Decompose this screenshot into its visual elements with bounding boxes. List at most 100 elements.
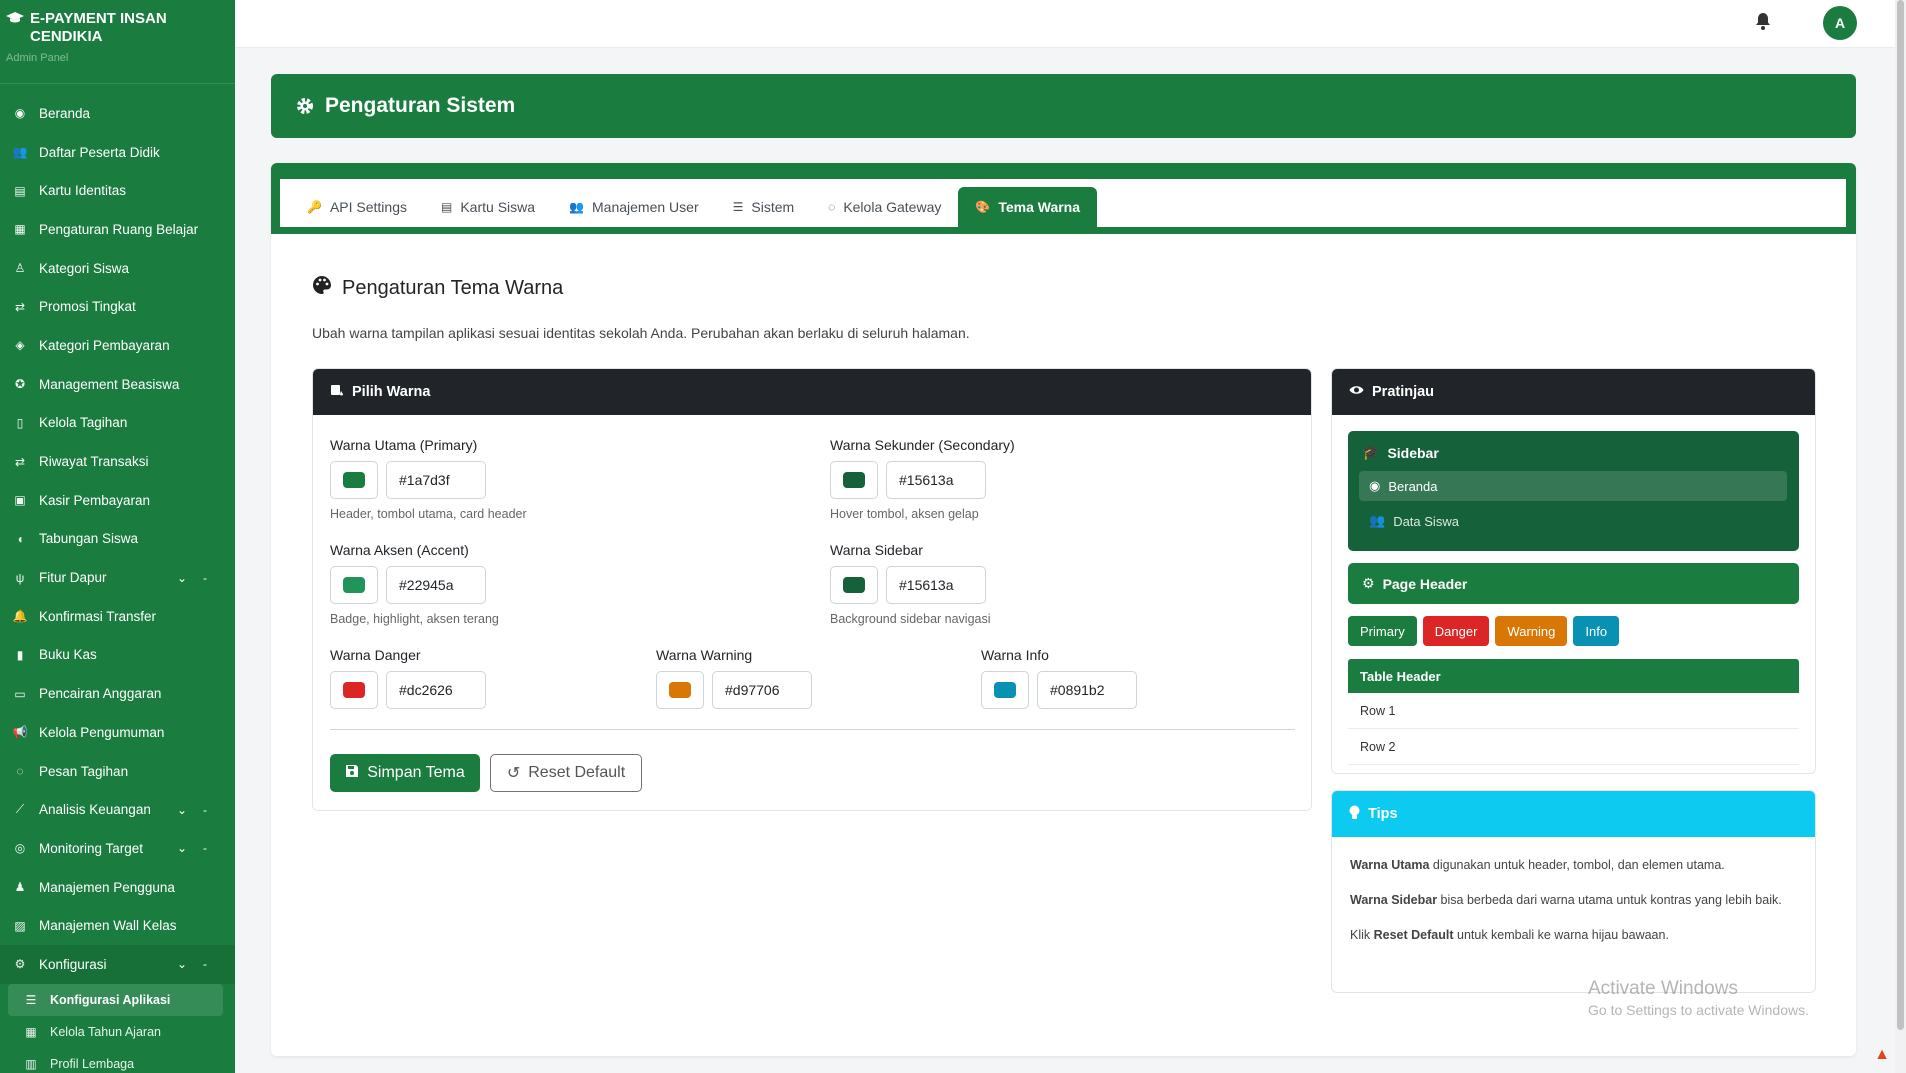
gear-icon (295, 96, 315, 116)
preview-table-header: Table Header (1348, 659, 1799, 693)
sidebar-item-label: Pesan Tagihan (39, 763, 129, 779)
sidebar-item-kategori-pembayaran[interactable]: ◈ Kategori Pembayaran (0, 326, 235, 365)
whatsapp-icon: ◌ (16, 764, 24, 779)
sidebar-subitem-konfigurasi-aplikasi[interactable]: ☰ Konfigurasi Aplikasi (8, 983, 223, 1016)
wallet-icon: ▭ (14, 686, 26, 701)
sidebar-hex-input[interactable]: #15613a (886, 566, 986, 604)
tag-icon: ◈ (15, 338, 25, 353)
tab-manajemen-user[interactable]: 👥 Manajemen User (552, 187, 716, 227)
color-picker-header: Pilih Warna (313, 369, 1311, 415)
avatar[interactable]: A (1823, 6, 1857, 40)
sidebar-item-label: Kategori Siswa (39, 260, 130, 276)
sidebar-subitem-tahun-ajaran[interactable]: ▦ Kelola Tahun Ajaran (0, 1016, 235, 1048)
secondary-color-picker[interactable] (830, 461, 878, 499)
tip-text: digunakan untuk header, tombol, dan elem… (1429, 858, 1725, 872)
color-swatch (994, 682, 1016, 698)
sidebar-item-label: Daftar Peserta Didik (39, 144, 160, 160)
accent-color-picker[interactable] (330, 566, 378, 604)
bell-icon[interactable] (1753, 11, 1773, 31)
vertical-scrollbar[interactable] (1895, 0, 1906, 1073)
secondary-hex-input[interactable]: #15613a (886, 461, 986, 499)
sidebar-item-daftar-peserta-didik[interactable]: 👥 Daftar Peserta Didik (0, 133, 235, 172)
sidebar-item-konfigurasi[interactable]: ⚙ Konfigurasi ⌄ - (0, 945, 235, 984)
preview-sidebar-title: Sidebar (1387, 444, 1439, 461)
primary-color-picker[interactable] (330, 461, 378, 499)
flame-icon[interactable]: ▲ (1874, 1046, 1890, 1064)
sidebar-item-label: Tabungan Siswa (39, 531, 139, 547)
sidebar-item-konfirmasi-transfer[interactable]: 🔔 Konfirmasi Transfer (0, 597, 235, 636)
tab-tema-warna[interactable]: 🎨 Tema Warna (958, 187, 1098, 227)
scrollbar-thumb[interactable] (1897, 0, 1904, 1030)
sidebar-item-label: Promosi Tingkat (39, 299, 136, 315)
info-color-picker[interactable] (981, 671, 1029, 709)
tab-label: Tema Warna (998, 199, 1081, 215)
palette-icon: 🎨 (975, 200, 991, 214)
sidebar-item-beranda[interactable]: ◉ Beranda (0, 94, 235, 133)
color-swatch (843, 472, 865, 488)
sidebar-subitem-profil-lembaga[interactable]: ▥ Profil Lembaga (0, 1048, 235, 1073)
tab-label: Sistem (751, 199, 795, 215)
sidebar-item-ruang-belajar[interactable]: ▦ Pengaturan Ruang Belajar (0, 210, 235, 249)
tab-api-settings[interactable]: 🔑 API Settings (290, 187, 424, 227)
sidebar-item-wall-kelas[interactable]: ▨ Manajemen Wall Kelas (0, 906, 235, 945)
caret-icon: - (203, 957, 207, 972)
save-theme-button[interactable]: Simpan Tema (330, 754, 480, 792)
danger-hex-input[interactable]: #dc2626 (386, 671, 486, 709)
field-label: Warna Aksen (Accent) (330, 542, 469, 558)
sidebar-item-kelola-tagihan[interactable]: ▯ Kelola Tagihan (0, 404, 235, 443)
users-icon: 👥 (12, 145, 28, 160)
id-card-icon: ▤ (441, 200, 453, 214)
preview-buttons: Primary Danger Warning Info (1348, 616, 1620, 646)
sidebar-item-analisis-keuangan[interactable]: ⟋ Analisis Keuangan ⌄ - (0, 790, 235, 829)
sidebar-item-kasir-pembayaran[interactable]: ▣ Kasir Pembayaran (0, 481, 235, 520)
sidebar-item-tabungan-siswa[interactable]: ◖ Tabungan Siswa (0, 520, 235, 559)
sidebar-item-promosi-tingkat[interactable]: ⇄ Promosi Tingkat (0, 287, 235, 326)
primary-hex-input[interactable]: #1a7d3f (386, 461, 486, 499)
section-title-text: Pengaturan Tema Warna (342, 276, 564, 299)
sidebar-item-fitur-dapur[interactable]: ψ Fitur Dapur ⌄ - (0, 558, 235, 597)
sidebar-item-kelola-pengumuman[interactable]: 📢 Kelola Pengumuman (0, 713, 235, 752)
sidebar-item-kategori-siswa[interactable]: ♙ Kategori Siswa (0, 249, 235, 288)
sidebar-color-picker[interactable] (830, 566, 878, 604)
book-icon: ▮ (16, 647, 24, 662)
sidebar-item-label: Kelola Pengumuman (39, 724, 165, 740)
sidebar-item-label: Pencairan Anggaran (39, 686, 162, 702)
graduation-cap-icon (6, 10, 24, 31)
sidebar-item-label: Kelola Tagihan (39, 415, 128, 431)
reset-default-button[interactable]: ↺ Reset Default (490, 754, 642, 792)
field-primary: Warna Utama (Primary) #1a7d3f Header, to… (330, 437, 527, 521)
accent-hex-input[interactable]: #22945a (386, 566, 486, 604)
preview-header-text: Page Header (1382, 575, 1468, 592)
field-label: Warna Sekunder (Secondary) (830, 437, 1015, 453)
sidebar-item-pencairan-anggaran[interactable]: ▭ Pencairan Anggaran (0, 674, 235, 713)
school-icon: ▦ (14, 222, 26, 237)
award-icon: ✪ (14, 377, 26, 392)
preview-header: Pratinjau (1332, 369, 1815, 415)
tab-sistem[interactable]: ☰ Sistem (716, 187, 812, 227)
tab-kelola-gateway[interactable]: ◌ Kelola Gateway (811, 187, 958, 227)
server-icon: ☰ (732, 200, 744, 214)
sidebar-item-kartu-identitas[interactable]: ▤ Kartu Identitas (0, 171, 235, 210)
sidebar-item-pesan-tagihan[interactable]: ◌ Pesan Tagihan (0, 752, 235, 791)
sidebar-item-riwayat-transaksi[interactable]: ⇄ Riwayat Transaksi (0, 442, 235, 481)
sidebar-item-buku-kas[interactable]: ▮ Buku Kas (0, 636, 235, 675)
info-hex-input[interactable]: #0891b2 (1037, 671, 1137, 709)
warning-color-picker[interactable] (656, 671, 704, 709)
tab-kartu-siswa[interactable]: ▤ Kartu Siswa (424, 187, 552, 227)
page-title: Pengaturan Sistem (325, 94, 516, 117)
tab-label: API Settings (329, 199, 407, 215)
sidebar-item-beasiswa[interactable]: ✪ Management Beasiswa (0, 365, 235, 404)
preview-info-button: Info (1573, 616, 1620, 646)
sidebar-item-label: Management Beasiswa (39, 376, 180, 392)
preview-item-label: Data Siswa (1393, 513, 1459, 529)
sidebar-item-monitoring-target[interactable]: ◎ Monitoring Target ⌄ - (0, 829, 235, 868)
settings-card: 🔑 API Settings ▤ Kartu Siswa 👥 Manajemen Us… (271, 163, 1856, 1056)
warning-hex-input[interactable]: #d97706 (712, 671, 812, 709)
sidebar-item-manajemen-pengguna[interactable]: ♟ Manajemen Pengguna (0, 868, 235, 907)
exchange-icon: ⇄ (14, 299, 26, 314)
field-label: Warna Sidebar (830, 542, 923, 558)
field-label: Warna Warning (656, 647, 753, 663)
field-label: Warna Info (981, 647, 1049, 663)
danger-color-picker[interactable] (330, 671, 378, 709)
field-secondary: Warna Sekunder (Secondary) #15613a Hover… (830, 437, 1015, 521)
